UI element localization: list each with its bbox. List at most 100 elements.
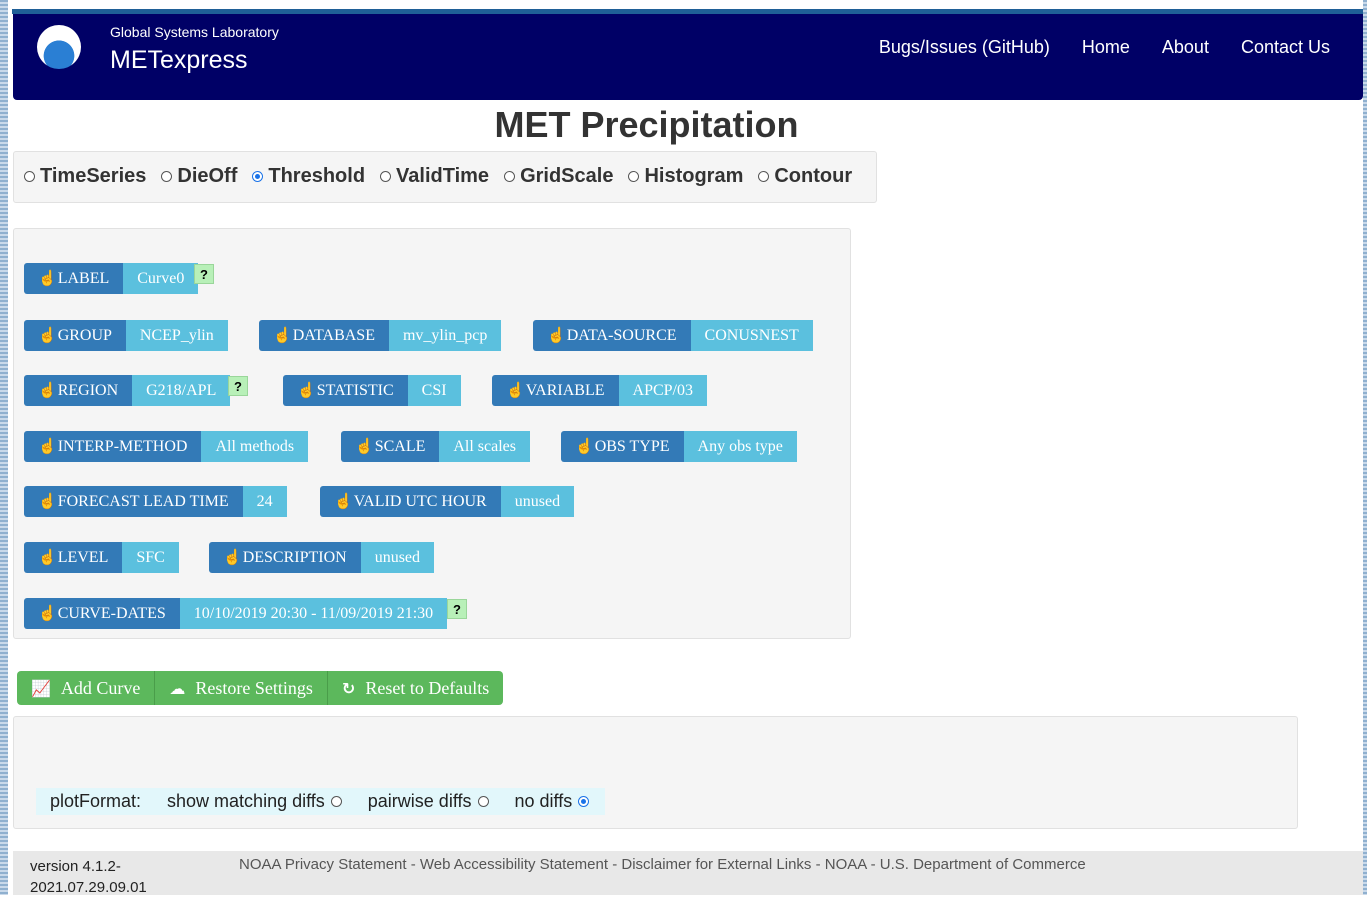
selector-label-button[interactable]: ☝ LABEL xyxy=(24,263,124,294)
selector-variable[interactable]: ☝ VARIABLE APCP/03 xyxy=(492,375,707,406)
plot-format-option-label: show matching diffs xyxy=(167,791,325,811)
help-icon[interactable]: ? xyxy=(228,376,248,396)
radio-icon[interactable] xyxy=(161,171,173,182)
selector-label[interactable]: ☝ LABEL Curve0 xyxy=(24,263,199,294)
reset-defaults-button[interactable]: ↻ Reset to Defaults xyxy=(328,671,503,705)
plot-type-validtime[interactable]: ValidTime xyxy=(380,165,489,188)
radio-icon[interactable] xyxy=(330,796,342,807)
selector-obs-type-value[interactable]: Any obs type xyxy=(683,431,797,462)
selector-data-source-value[interactable]: CONUSNEST xyxy=(690,320,813,351)
plot-type-label: Histogram xyxy=(644,165,744,187)
selector-variable-value[interactable]: APCP/03 xyxy=(618,375,707,406)
selector-region-button[interactable]: ☝ REGION xyxy=(24,375,133,406)
selector-curve-dates-value[interactable]: 10/10/2019 20:30 - 11/09/2019 21:30 xyxy=(179,598,448,629)
selector-label-value[interactable]: Curve0 xyxy=(123,263,199,294)
curve-parameters-panel: ☝ LABEL Curve0 ? ☝ GROUP NCEP_ylin ☝ DATABA… xyxy=(13,228,851,639)
pointer-hand-icon: ☝ xyxy=(38,328,57,344)
selector-interp-method[interactable]: ☝ INTERP-METHOD All methods xyxy=(24,431,309,462)
selector-scale-button[interactable]: ☝ SCALE xyxy=(341,431,440,462)
selector-database[interactable]: ☝ DATABASE mv_ylin_pcp xyxy=(259,320,502,351)
selector-level[interactable]: ☝ LEVEL SFC xyxy=(24,542,179,573)
nav-link-contact[interactable]: Contact Us xyxy=(1241,37,1330,58)
brand-title[interactable]: METexpress xyxy=(110,46,248,75)
radio-icon[interactable] xyxy=(628,171,640,182)
selector-valid-utc-hour[interactable]: ☝ VALID UTC HOUR unused xyxy=(320,486,575,517)
footer-links[interactable]: NOAA Privacy Statement - Web Accessibili… xyxy=(239,856,1086,873)
selector-description[interactable]: ☝ DESCRIPTION unused xyxy=(209,542,435,573)
selector-group[interactable]: ☝ GROUP NCEP_ylin xyxy=(24,320,228,351)
pointer-hand-icon: ☝ xyxy=(38,439,57,455)
help-icon[interactable]: ? xyxy=(194,264,214,284)
selector-valid-utc-hour-button[interactable]: ☝ VALID UTC HOUR xyxy=(320,486,501,517)
cloud-download-icon: ☁ xyxy=(169,678,186,698)
selector-forecast-lead-time-value[interactable]: 24 xyxy=(242,486,287,517)
selector-scale[interactable]: ☝ SCALE All scales xyxy=(341,431,531,462)
navbar: NOAA Global Systems Laboratory METexpres… xyxy=(13,14,1363,100)
selector-forecast-lead-time[interactable]: ☝ FORECAST LEAD TIME 24 xyxy=(24,486,287,517)
pointer-hand-icon: ☝ xyxy=(38,271,57,287)
plot-type-histogram[interactable]: Histogram xyxy=(628,165,743,188)
restore-settings-label: Restore Settings xyxy=(195,677,313,698)
selector-statistic-value[interactable]: CSI xyxy=(407,375,461,406)
radio-icon[interactable] xyxy=(24,171,35,182)
selector-database-button[interactable]: ☝ DATABASE xyxy=(259,320,389,351)
plot-type-threshold[interactable]: Threshold xyxy=(252,165,365,188)
selector-obs-type[interactable]: ☝ OBS TYPE Any obs type xyxy=(561,431,797,462)
selector-data-source[interactable]: ☝ DATA-SOURCE CONUSNEST xyxy=(533,320,813,351)
radio-icon[interactable] xyxy=(504,171,516,182)
selector-region[interactable]: ☝ REGION G218/APL xyxy=(24,375,231,406)
selector-curve-dates[interactable]: ☝ CURVE-DATES 10/10/2019 20:30 - 11/09/20… xyxy=(24,598,448,629)
selector-interp-method-value[interactable]: All methods xyxy=(201,431,309,462)
selector-variable-button[interactable]: ☝ VARIABLE xyxy=(492,375,619,406)
selector-name: CURVE-DATES xyxy=(57,604,166,622)
add-curve-button[interactable]: 📈 Add Curve xyxy=(17,671,156,705)
plot-format-option-label: pairwise diffs xyxy=(367,791,472,811)
help-icon[interactable]: ? xyxy=(447,599,467,619)
plot-type-contour[interactable]: Contour xyxy=(758,165,852,188)
selector-obs-type-button[interactable]: ☝ OBS TYPE xyxy=(561,431,684,462)
selector-name: LABEL xyxy=(57,269,110,287)
selector-statistic-button[interactable]: ☝ STATISTIC xyxy=(283,375,408,406)
plot-format-option-matching[interactable]: show matching diffs xyxy=(167,791,342,812)
selector-valid-utc-hour-value[interactable]: unused xyxy=(500,486,575,517)
radio-icon[interactable] xyxy=(758,171,770,182)
selector-curve-dates-button[interactable]: ☝ CURVE-DATES xyxy=(24,598,180,629)
pointer-hand-icon: ☝ xyxy=(38,494,57,510)
plot-format-option-pairwise[interactable]: pairwise diffs xyxy=(368,791,489,812)
selector-scale-value[interactable]: All scales xyxy=(439,431,531,462)
plot-type-label: TimeSeries xyxy=(40,165,147,187)
reset-defaults-label: Reset to Defaults xyxy=(365,677,490,698)
plot-type-gridscale[interactable]: GridScale xyxy=(504,165,613,188)
nav-link-about[interactable]: About xyxy=(1162,37,1209,58)
selector-level-value[interactable]: SFC xyxy=(122,542,179,573)
radio-icon[interactable] xyxy=(380,171,392,182)
restore-settings-button[interactable]: ☁ Restore Settings xyxy=(155,671,328,705)
radio-selected-icon[interactable] xyxy=(578,796,590,807)
selector-name: STATISTIC xyxy=(316,381,394,399)
plot-format-option-none[interactable]: no diffs xyxy=(515,791,590,812)
selector-description-button[interactable]: ☝ DESCRIPTION xyxy=(209,542,361,573)
selector-data-source-button[interactable]: ☝ DATA-SOURCE xyxy=(533,320,691,351)
selector-group-button[interactable]: ☝ GROUP xyxy=(24,320,126,351)
pointer-hand-icon: ☝ xyxy=(223,550,242,566)
selector-group-value[interactable]: NCEP_ylin xyxy=(125,320,228,351)
radio-selected-icon[interactable] xyxy=(252,171,264,182)
selector-region-value[interactable]: G218/APL xyxy=(132,375,231,406)
nav-link-home[interactable]: Home xyxy=(1082,37,1130,58)
nav-link-bugs[interactable]: Bugs/Issues (GitHub) xyxy=(879,37,1050,58)
pointer-hand-icon: ☝ xyxy=(38,606,57,622)
plot-type-dieoff[interactable]: DieOff xyxy=(161,165,237,188)
selector-description-value[interactable]: unused xyxy=(360,542,435,573)
pointer-hand-icon: ☝ xyxy=(38,383,57,399)
selector-database-value[interactable]: mv_ylin_pcp xyxy=(388,320,502,351)
radio-icon[interactable] xyxy=(477,796,489,807)
plot-type-label: GridScale xyxy=(520,165,614,187)
selector-name: DATABASE xyxy=(292,326,375,344)
selector-statistic[interactable]: ☝ STATISTIC CSI xyxy=(283,375,461,406)
selector-level-button[interactable]: ☝ LEVEL xyxy=(24,542,123,573)
selector-interp-method-button[interactable]: ☝ INTERP-METHOD xyxy=(24,431,202,462)
plot-type-timeseries[interactable]: TimeSeries xyxy=(24,165,146,188)
noaa-logo-icon[interactable]: NOAA xyxy=(37,25,81,69)
selector-forecast-lead-time-button[interactable]: ☝ FORECAST LEAD TIME xyxy=(24,486,243,517)
selector-name: DESCRIPTION xyxy=(242,548,347,566)
